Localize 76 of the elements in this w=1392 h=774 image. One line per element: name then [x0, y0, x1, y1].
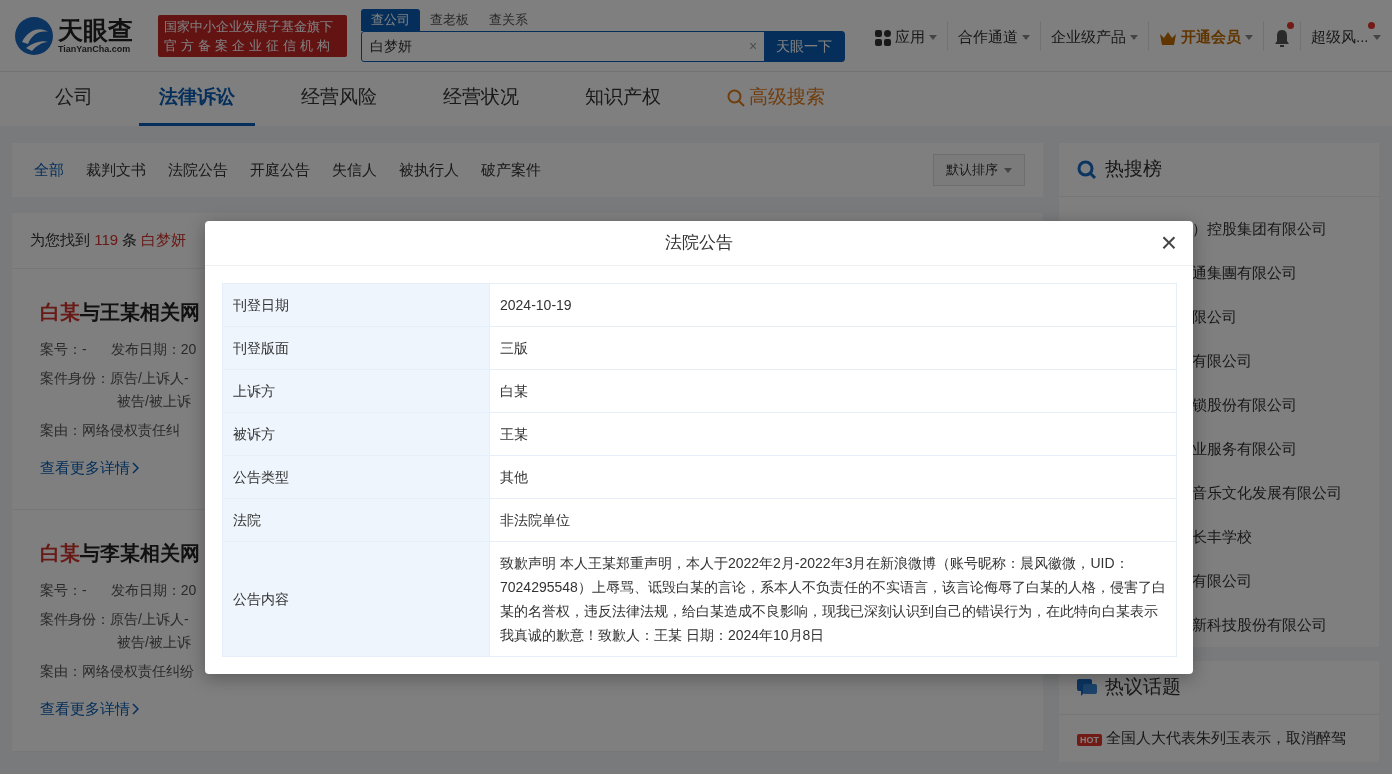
case-role: 被告/被上诉	[116, 633, 191, 652]
filter-tab[interactable]: 裁判文书	[86, 158, 158, 182]
field-label: 上诉方	[222, 369, 490, 413]
case-role: 原告/上诉人-	[110, 610, 189, 629]
field-value: 2024-10-19	[489, 283, 1177, 327]
nav-tab[interactable]: 经营状况	[423, 72, 539, 126]
search-icon	[727, 88, 745, 107]
nav-tab[interactable]: 高级搜索	[707, 72, 845, 126]
hot-tag: HOT	[1077, 734, 1102, 746]
field-label: 刊登版面	[222, 326, 490, 370]
filter-tab[interactable]: 破产案件	[481, 158, 553, 182]
caret-icon	[1022, 35, 1030, 40]
publish-date: 发布日期：20	[110, 581, 197, 600]
slogan-banner: 国家中小企业发展子基金旗下 官方备案企业征信机构	[158, 14, 347, 57]
field-value: 非法院单位	[489, 498, 1177, 542]
menu-item[interactable]: 开通会员	[1149, 20, 1264, 51]
search-field[interactable]: 白梦妍 × 天眼一下	[361, 31, 845, 62]
caret-icon	[929, 35, 937, 40]
close-button[interactable]: ×	[1158, 230, 1179, 256]
case-number: 案号：-	[40, 339, 87, 359]
menu-item[interactable]: 应用	[865, 20, 948, 51]
field-value: 三版	[489, 326, 1177, 370]
nav-tab[interactable]: 知识产权	[565, 72, 681, 126]
field-value: 其他	[489, 455, 1177, 499]
case-role: 原告/上诉人-	[110, 368, 189, 388]
field-label: 公告类型	[222, 455, 490, 499]
search-tab[interactable]: 查关系	[479, 9, 538, 31]
field-label: 法院	[222, 498, 490, 542]
section-title: 热搜榜	[1105, 157, 1162, 182]
search-button[interactable]: 天眼一下	[764, 32, 844, 61]
bell-icon	[1274, 28, 1290, 47]
menu-item[interactable]: 企业级产品	[1041, 20, 1149, 51]
logo-text: 天眼查	[58, 16, 133, 44]
field-label: 刊登日期	[222, 283, 490, 327]
section-title: 热议话题	[1105, 675, 1181, 700]
case-number: 案号：-	[40, 581, 87, 600]
field-label: 被诉方	[222, 412, 490, 456]
field-label: 案件身份：	[40, 368, 110, 388]
menu-item[interactable]: 合作通道	[948, 20, 1041, 51]
search-icon	[1077, 159, 1097, 180]
user-menu[interactable]: 超级风...	[1301, 20, 1391, 51]
details-link[interactable]: 查看更多详情	[40, 456, 139, 479]
filter-tab[interactable]: 法院公告	[168, 158, 240, 182]
case-role: 被告/被上诉	[116, 391, 191, 411]
search-tab[interactable]: 查老板	[420, 9, 479, 31]
filter-tab[interactable]: 全部	[34, 158, 76, 182]
filter-tab[interactable]: 失信人	[332, 158, 389, 182]
field-label: 公告内容	[222, 541, 490, 657]
nav-tab[interactable]: 法律诉讼	[139, 72, 255, 126]
field-label: 案件身份：	[40, 610, 110, 629]
search-tab[interactable]: 查公司	[361, 9, 420, 31]
caret-icon	[1004, 167, 1012, 173]
chevron-icon	[132, 703, 139, 716]
field-value: 致歉声明 本人王某郑重声明，本人于2022年2月-2022年3月在新浪微博（账号昵称：晨风徽微，UID：7024295548）上辱骂、诋毁白某的言论，系本人不负责任的不实语言，该言论侮辱了白某的人格，侵害了白某的名誉权，违反法律法规，给白某造成不良影响，现我已深刻认识到自己的错误行为，在此特向白某表示我真诚的歉意！致歉人：王某 日期：2024年10月8日	[489, 541, 1177, 657]
apps-icon	[875, 29, 891, 46]
chat-icon	[1077, 678, 1097, 697]
case-cause: 案由：网络侵权责任纠	[40, 420, 180, 440]
caret-icon	[1372, 35, 1381, 40]
crown-icon	[1159, 30, 1177, 45]
nav-tab[interactable]: 经营风险	[281, 72, 397, 126]
nav-tab[interactable]: 公司	[35, 72, 113, 126]
logo-icon	[14, 15, 54, 56]
publish-date: 发布日期：20	[110, 339, 197, 359]
filter-tab[interactable]: 开庭公告	[250, 158, 322, 182]
logo-domain: TianYanCha.com	[58, 44, 132, 55]
field-value: 白某	[489, 369, 1177, 413]
topic-link[interactable]: 全国人大代表朱列玉表示，取消醉驾	[1106, 729, 1346, 746]
case-cause: 案由：网络侵权责任纠纷	[40, 662, 194, 681]
modal-title: 法院公告	[665, 232, 733, 255]
filter-tab[interactable]: 被执行人	[399, 158, 471, 182]
details-link[interactable]: 查看更多详情	[40, 698, 139, 721]
chevron-icon	[132, 461, 139, 474]
field-value: 王某	[489, 412, 1177, 456]
caret-icon	[1245, 35, 1253, 40]
sort-dropdown[interactable]: 默认排序	[933, 154, 1025, 186]
caret-icon	[1130, 35, 1138, 40]
